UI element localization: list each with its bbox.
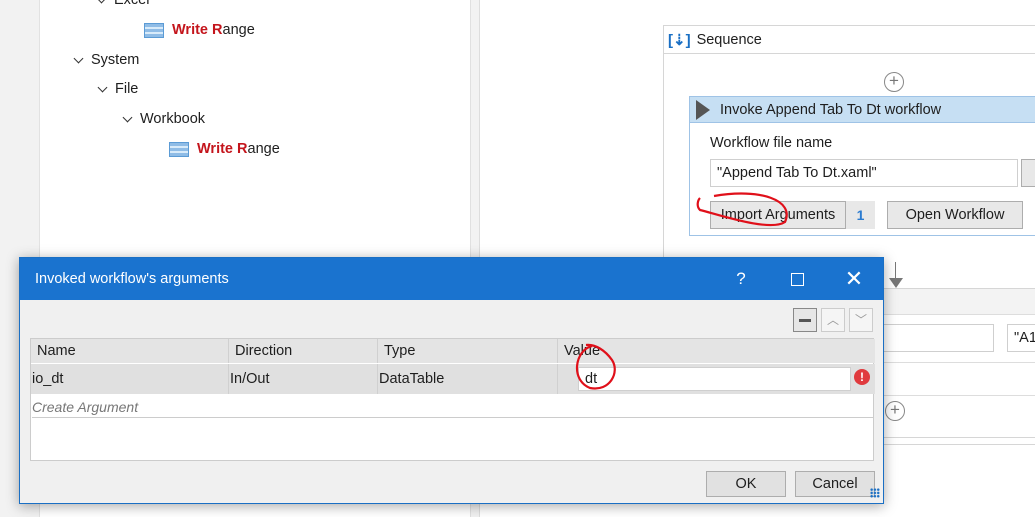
tree-label: ange bbox=[247, 141, 280, 157]
close-button[interactable]: ✕ bbox=[831, 258, 877, 300]
tree-label: File bbox=[115, 81, 139, 97]
dialog-titlebar[interactable]: Invoked workflow's arguments ? ✕ bbox=[20, 258, 883, 300]
sequence-icon: [⇣] bbox=[668, 31, 691, 49]
arguments-grid: Name Direction Type Value io_dt In/Out D… bbox=[30, 338, 875, 461]
tree-label: System bbox=[91, 52, 140, 68]
maximize-icon bbox=[790, 273, 804, 287]
column-header-type[interactable]: Type bbox=[378, 339, 558, 363]
chevron-down-icon[interactable] bbox=[122, 114, 132, 124]
tree-item-write-range[interactable]: Write Range bbox=[169, 141, 280, 157]
resize-grip[interactable] bbox=[870, 488, 880, 498]
arrow-down-icon bbox=[889, 278, 903, 288]
minus-icon bbox=[799, 319, 811, 323]
tree-label: ange bbox=[222, 22, 255, 38]
match-highlight: Write R bbox=[172, 22, 223, 38]
chevron-down-icon[interactable] bbox=[73, 55, 83, 65]
file-name-label: Workflow file name bbox=[710, 135, 833, 151]
column-header-value[interactable]: Value bbox=[558, 339, 875, 363]
argument-value: dt bbox=[585, 371, 598, 387]
argument-value-input[interactable]: dt bbox=[578, 367, 851, 391]
move-up-button[interactable]: ︿ bbox=[821, 308, 845, 332]
import-arguments-button[interactable]: Import Arguments bbox=[710, 201, 846, 229]
move-down-button[interactable]: ﹀ bbox=[849, 308, 873, 332]
argument-direction[interactable]: In/Out bbox=[229, 364, 378, 394]
ok-button[interactable]: OK bbox=[706, 471, 786, 497]
chevron-down-icon: ﹀ bbox=[854, 313, 867, 327]
tree-node-excel[interactable]: Excel bbox=[96, 0, 149, 8]
browse-button[interactable] bbox=[1021, 159, 1035, 187]
workbook-path-input[interactable] bbox=[875, 324, 994, 352]
chevron-down-icon[interactable] bbox=[96, 0, 106, 5]
write-range-icon bbox=[144, 22, 164, 38]
tree-node-file[interactable]: File bbox=[97, 81, 138, 97]
close-icon: ✕ bbox=[844, 266, 864, 291]
match-highlight: Write R bbox=[197, 141, 248, 157]
remove-argument-button[interactable] bbox=[793, 308, 817, 332]
error-icon: ! bbox=[854, 369, 870, 385]
argument-name[interactable]: io_dt bbox=[31, 364, 229, 394]
range-input[interactable]: "A1 bbox=[1007, 324, 1035, 352]
argument-type[interactable]: DataTable bbox=[378, 364, 558, 394]
tree-node-workbook[interactable]: Workbook bbox=[122, 111, 205, 127]
file-value: "Append Tab To Dt.xaml" bbox=[717, 165, 877, 181]
column-header-name[interactable]: Name bbox=[31, 339, 229, 363]
chevron-up-icon: ︿ bbox=[826, 313, 839, 327]
column-header-direction[interactable]: Direction bbox=[229, 339, 378, 363]
add-activity-icon[interactable]: + bbox=[884, 72, 904, 92]
tree-label: Workbook bbox=[140, 111, 206, 127]
argument-count-badge: 1 bbox=[846, 201, 875, 229]
help-button[interactable]: ? bbox=[718, 258, 764, 300]
cancel-button[interactable]: Cancel bbox=[795, 471, 875, 497]
arguments-dialog: Invoked workflow's arguments ? ✕ ︿ ﹀ Nam… bbox=[19, 257, 884, 504]
write-range-activity[interactable]: "A1 + bbox=[864, 288, 1035, 438]
open-workflow-button[interactable]: Open Workflow bbox=[887, 201, 1023, 229]
range-value: "A1 bbox=[1014, 330, 1035, 346]
chevron-down-icon[interactable] bbox=[97, 84, 107, 94]
maximize-button[interactable] bbox=[774, 258, 820, 300]
sequence-title: Sequence bbox=[696, 31, 762, 48]
invoke-workflow-activity[interactable]: Invoke Append Tab To Dt workflow Workflo… bbox=[689, 96, 1035, 236]
tree-item-write-range[interactable]: Write Range bbox=[144, 22, 255, 38]
play-icon[interactable] bbox=[696, 99, 710, 120]
tree-label: Excel bbox=[114, 0, 150, 8]
tree-node-system[interactable]: System bbox=[73, 52, 139, 68]
activity-title: Invoke Append Tab To Dt workflow bbox=[720, 101, 942, 118]
add-activity-icon[interactable]: + bbox=[885, 401, 905, 421]
dialog-title: Invoked workflow's arguments bbox=[35, 271, 229, 287]
write-range-icon bbox=[169, 141, 189, 157]
create-argument-row[interactable]: Create Argument bbox=[32, 396, 874, 418]
workflow-file-input[interactable]: "Append Tab To Dt.xaml" bbox=[710, 159, 1018, 187]
